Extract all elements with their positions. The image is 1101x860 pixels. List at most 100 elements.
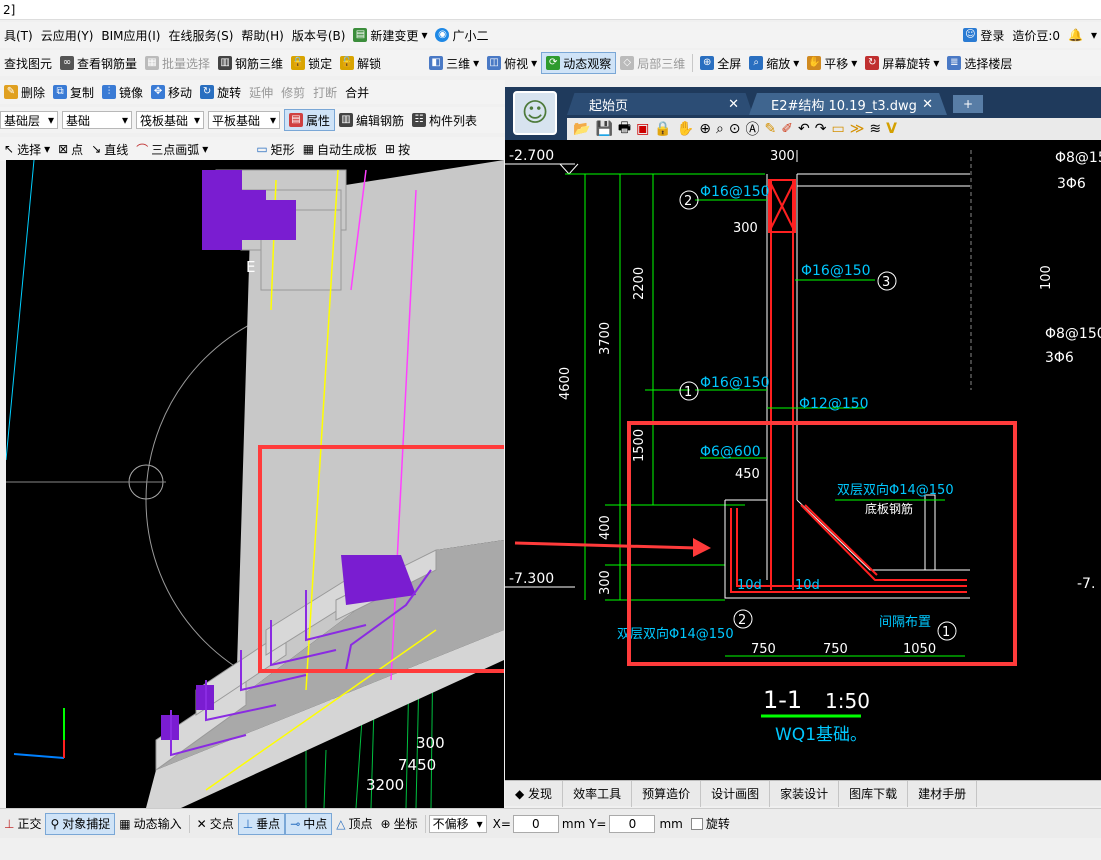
dyn-input-toggle[interactable]: ▦ 动态输入 [115, 813, 185, 835]
open-icon[interactable]: 📂 [573, 121, 590, 137]
save-icon[interactable]: 💾 [595, 121, 612, 137]
bottom-tab-discover[interactable]: ◆ 发现 [505, 780, 564, 807]
lock-icon[interactable]: 🔒 [654, 121, 671, 137]
rotate-checkbox[interactable]: 旋转 [687, 813, 734, 835]
pen-icon[interactable]: ✎ [765, 121, 777, 137]
press-button[interactable]: ⊞ 按 [381, 138, 414, 160]
delete-button[interactable]: ✎ 删除 [0, 81, 49, 103]
move-button[interactable]: ✥ 移动 [147, 81, 196, 103]
properties-button[interactable]: ▤ 属性 [284, 109, 336, 131]
layers-icon[interactable]: ≋ [869, 121, 881, 137]
unlock-button[interactable]: 🔓 解锁 [336, 52, 385, 74]
type-select[interactable]: 筏板基础 ▾ [136, 111, 204, 129]
pan-icon[interactable]: ✋ [677, 121, 694, 137]
rotate-icon: ↻ [200, 85, 215, 99]
category-select[interactable]: 基础 ▾ [62, 111, 132, 129]
print-icon[interactable]: 🖶 [618, 117, 631, 141]
text-icon[interactable]: Ⓐ [746, 119, 760, 139]
avatar[interactable]: ☺ [513, 91, 557, 135]
highlight-box-3d [258, 445, 504, 673]
point-button[interactable]: ⊠ 点 [54, 138, 87, 160]
select-button[interactable]: ↖ 选择 ▾ [0, 138, 54, 160]
copy-button[interactable]: ⧉ 复制 [49, 81, 98, 103]
snap-coordinate[interactable]: ⊕ 坐标 [377, 813, 422, 835]
sub-select[interactable]: 平板基础 ▾ [208, 111, 280, 129]
3d-viewport[interactable]: E 300 7450 3200 [6, 160, 504, 808]
local-3d-button[interactable]: ◇ 局部三维 [616, 52, 689, 74]
fullscreen-button[interactable]: ⊕ 全屏 [696, 52, 745, 74]
dynamic-observe-button[interactable]: ⟳ 动态观察 [541, 52, 617, 74]
extend-label: 延伸 [249, 85, 274, 100]
break-button[interactable]: 打断 [309, 81, 341, 103]
guangxiaoer-button[interactable]: ◉ 广小二 [431, 24, 492, 46]
price-beans[interactable]: 造价豆:0 [1008, 24, 1064, 46]
line-button[interactable]: ↘ 直线 [87, 138, 132, 160]
rebar-3d-button[interactable]: ▥ 钢筋三维 [214, 52, 287, 74]
batch-select-button[interactable]: ▦ 批量选择 [141, 52, 214, 74]
arc-button[interactable]: ⌒ 三点画弧 ▾ [132, 138, 212, 160]
snap-midpoint[interactable]: ⊸ 中点 [285, 812, 333, 835]
snap-toggle[interactable]: ⚲ 对象捕捉 [45, 812, 116, 835]
expand-icon[interactable]: ▾ [1087, 24, 1101, 46]
offset-select[interactable]: 不偏移 ▾ [428, 814, 487, 833]
lock-button[interactable]: 🔒 锁定 [287, 52, 336, 74]
zoom-button[interactable]: ⌕ 缩放 ▾ [745, 52, 803, 74]
bottom-tab-materials[interactable]: 建材手册 [908, 780, 978, 807]
snap-vertex[interactable]: △ 顶点 [332, 813, 376, 835]
select-floor-button[interactable]: ≣ 选择楼层 [943, 52, 1016, 74]
auto-slab-button[interactable]: ▦ 自动生成板 [299, 138, 381, 160]
measure-icon[interactable]: ▭ [831, 121, 844, 137]
measure-angle-icon[interactable]: ≫ [850, 121, 865, 137]
zoom-extents-icon[interactable]: ⊙ [729, 121, 741, 137]
redo-icon[interactable]: ↷ [815, 121, 827, 137]
y-input[interactable]: 0 [609, 814, 656, 833]
trim-button[interactable]: 修剪 [277, 81, 309, 103]
cad-drawing-area[interactable]: -2.700 -7.300 4600 3700 2200 1500 400 30… [505, 140, 1101, 780]
top-view-button[interactable]: ◫ 俯视 ▾ [483, 52, 541, 74]
marker-2: 2 [684, 194, 692, 209]
vip-icon[interactable]: V [886, 121, 897, 137]
undo-icon[interactable]: ↶ [798, 121, 810, 137]
bottom-tab-design[interactable]: 设计画图 [701, 780, 771, 807]
menu-online[interactable]: 在线服务(S) [164, 24, 237, 46]
pdf-icon[interactable]: ▣ [636, 121, 649, 137]
close-icon[interactable]: ✕ [728, 97, 739, 112]
layer-select[interactable]: 基础层 ▾ [0, 111, 58, 129]
component-list-button[interactable]: ☷ 构件列表 [408, 109, 481, 131]
eraser-icon[interactable]: ✐ [781, 121, 793, 137]
tab-dwg-file[interactable]: E2#结构 10.19_t3.dwg ✕ [749, 93, 947, 115]
mirror-button[interactable]: ⫶ 镜像 [98, 81, 147, 103]
rect-label: 矩形 [270, 142, 295, 157]
zoom-in-icon[interactable]: ⊕ [699, 121, 711, 137]
view-rebar-qty-button[interactable]: ∞ 查看钢筋量 [56, 52, 141, 74]
menu-cloud[interactable]: 云应用(Y) [37, 24, 98, 46]
bottom-tab-efficiency[interactable]: 效率工具 [563, 780, 633, 807]
bottom-tab-budget[interactable]: 预算造价 [632, 780, 702, 807]
login-button[interactable]: ☺ 登录 [959, 24, 1008, 46]
bottom-tab-home[interactable]: 家装设计 [770, 780, 840, 807]
zoom-window-icon[interactable]: ⌕ [716, 121, 724, 137]
pan-button[interactable]: ✋ 平移 ▾ [803, 52, 861, 74]
view-3d-button[interactable]: ◧ 三维 ▾ [425, 52, 483, 74]
tab-start-page[interactable]: 起始页 ✕ [567, 93, 753, 115]
screen-rotate-button[interactable]: ↻ 屏幕旋转 ▾ [861, 52, 943, 74]
x-input[interactable]: 0 [512, 814, 559, 833]
new-tab-button[interactable]: + [953, 95, 983, 113]
menu-help[interactable]: 帮助(H) [237, 24, 287, 46]
merge-button[interactable]: 合并 [341, 81, 373, 103]
snap-intersection[interactable]: ✕ 交点 [193, 813, 238, 835]
menu-version[interactable]: 版本号(B) [288, 24, 350, 46]
notification-icon[interactable]: 🔔 [1064, 24, 1087, 46]
close-icon[interactable]: ✕ [922, 97, 933, 112]
rotate-button[interactable]: ↻ 旋转 [196, 81, 245, 103]
rect-button[interactable]: ▭ 矩形 [252, 138, 298, 160]
new-change-button[interactable]: ▤ 新建变更 ▾ [349, 24, 431, 46]
menu-tools[interactable]: 具(T) [0, 24, 37, 46]
bottom-tab-library[interactable]: 图库下载 [839, 780, 909, 807]
menu-bim[interactable]: BIM应用(I) [97, 24, 164, 46]
extend-button[interactable]: 延伸 [245, 81, 277, 103]
snap-perpendicular[interactable]: ⊥ 垂点 [237, 812, 286, 835]
find-element-button[interactable]: 查找图元 [0, 52, 56, 74]
ortho-toggle[interactable]: ⊥ 正交 [0, 813, 45, 835]
edit-rebar-button[interactable]: ▥ 编辑钢筋 [335, 109, 408, 131]
